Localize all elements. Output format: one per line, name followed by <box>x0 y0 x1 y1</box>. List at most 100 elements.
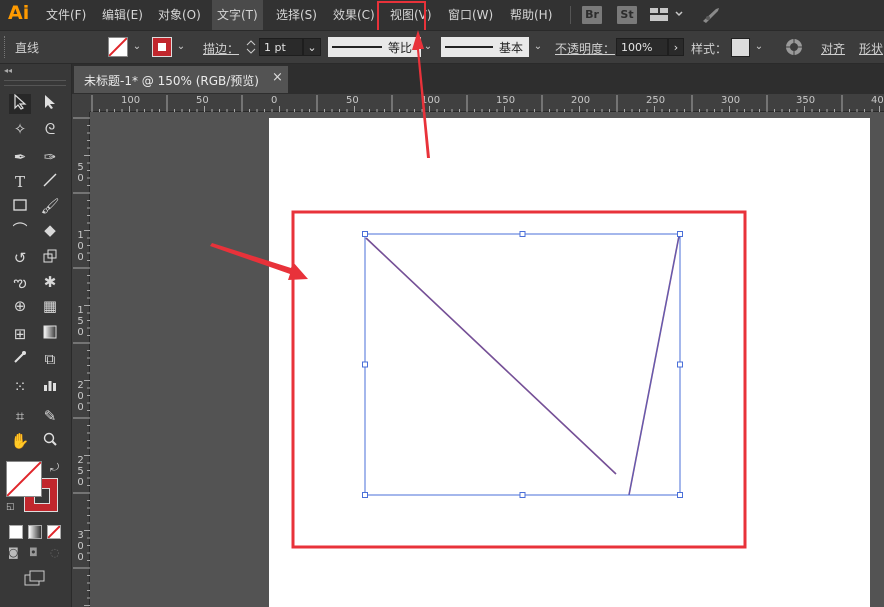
brush-definition[interactable]: 基本 <box>441 37 529 57</box>
horizontal-ruler[interactable]: 100 50 0 50 100 150 200 250 300 350 400 <box>90 94 884 112</box>
collapse-panel-icon[interactable]: ◂◂ <box>4 66 12 75</box>
magic-wand-tool-icon[interactable]: ✧ <box>9 119 31 139</box>
curvature-tool-icon[interactable]: ✑ <box>39 147 61 167</box>
opacity-arrow-icon[interactable]: › <box>668 38 684 56</box>
artboard-tool-icon[interactable]: ⌗ <box>9 406 31 426</box>
ruler-label: 50 <box>196 95 209 106</box>
variable-width-profile[interactable]: 等比 <box>328 37 421 57</box>
ruler-label: 350 <box>796 95 816 106</box>
menu-select[interactable]: 选择(S) <box>276 0 317 30</box>
tools-panel-grip[interactable] <box>4 80 66 86</box>
artboard[interactable] <box>269 118 870 607</box>
pen-tool-icon[interactable]: ✒ <box>9 147 31 167</box>
stroke-weight-field[interactable]: 1 pt <box>259 38 303 56</box>
control-bar-grip[interactable] <box>4 36 8 58</box>
style-label: 样式： <box>691 42 728 56</box>
gradient-tool-icon[interactable] <box>39 324 61 344</box>
menu-help[interactable]: 帮助(H) <box>510 0 552 30</box>
graphic-style-swatch[interactable] <box>731 38 750 57</box>
ruler-label: 250 <box>646 95 666 106</box>
screen-mode-icon[interactable] <box>24 570 46 589</box>
draw-inside-icon[interactable]: ◌ <box>50 546 60 559</box>
stroke-dropdown-chevron-icon[interactable]: ⌄ <box>174 38 188 56</box>
puppet-warp-tool-icon[interactable]: ✱ <box>39 272 61 292</box>
line-segment-tool-icon[interactable] <box>39 172 61 192</box>
brush-dropdown-chevron-icon[interactable]: ⌄ <box>531 38 545 56</box>
color-mode-icon[interactable] <box>9 525 23 539</box>
stroke-weight-dropdown-icon[interactable]: ⌄ <box>303 38 321 56</box>
eraser-tool-icon[interactable]: ◆ <box>39 220 61 240</box>
ruler-label: 50 <box>346 95 359 106</box>
illustrator-logo: Ai <box>8 2 30 24</box>
swap-fill-stroke-icon[interactable]: ⤾ <box>50 461 59 475</box>
shaper-tool-icon[interactable]: ⌒ <box>9 220 31 240</box>
profile-label: 等比 <box>388 41 413 55</box>
profile-dropdown-chevron-icon[interactable]: ⌄ <box>421 38 435 56</box>
ruler-label: 2 5 0 <box>77 455 84 488</box>
close-tab-icon[interactable]: × <box>272 70 283 85</box>
warp-tool-icon[interactable]: ఌ <box>9 272 31 292</box>
document-tab-title[interactable]: 未标题-1* @ 150% (RGB/预览) <box>84 72 259 89</box>
rotate-tool-icon[interactable]: ↺ <box>9 248 31 268</box>
recolor-artwork-icon[interactable] <box>785 38 803 59</box>
ruler-label: 200 <box>571 95 591 106</box>
stock-button[interactable]: St <box>617 6 637 24</box>
opacity-field[interactable]: 100% <box>616 38 668 56</box>
ruler-origin[interactable] <box>72 94 90 112</box>
shape-label[interactable]: 形状 <box>859 40 883 57</box>
eyedropper-tool-icon[interactable] <box>9 349 31 369</box>
opacity-label[interactable]: 不透明度： <box>555 40 615 57</box>
ruler-label: 5 0 <box>77 162 84 184</box>
lasso-tool-icon[interactable]: ᘓ <box>39 119 61 139</box>
align-label[interactable]: 对齐 <box>821 40 845 57</box>
ruler-label: 400 <box>871 95 884 106</box>
hand-tool-icon[interactable]: ✋ <box>9 431 31 451</box>
blend-tool-icon[interactable]: ⧉ <box>39 349 61 369</box>
column-graph-tool-icon[interactable] <box>39 377 61 397</box>
selection-tool-icon[interactable] <box>9 93 31 114</box>
ruler-label: 1 5 0 <box>77 305 84 338</box>
ruler-label: 300 <box>721 95 741 106</box>
direct-selection-tool-icon[interactable] <box>39 94 61 114</box>
menu-effect[interactable]: 效果(C) <box>333 0 375 30</box>
menu-type[interactable]: 文字(T) <box>212 0 263 30</box>
draw-normal-icon[interactable]: ◙ <box>8 546 19 559</box>
ruler-label: 0 <box>271 95 278 106</box>
fill-dropdown-chevron-icon[interactable]: ⌄ <box>130 38 144 56</box>
style-dropdown-chevron-icon[interactable]: ⌄ <box>752 38 766 56</box>
menu-file[interactable]: 文件(F) <box>46 0 86 30</box>
ruler-label: 150 <box>496 95 516 106</box>
gpu-rocket-icon[interactable] <box>700 6 722 27</box>
symbol-sprayer-tool-icon[interactable]: ⁙ <box>9 377 31 397</box>
ruler-label: 100 <box>421 95 441 106</box>
none-mode-icon[interactable] <box>47 525 61 539</box>
menu-window[interactable]: 窗口(W) <box>448 0 493 30</box>
stroke-weight-stepper-icon[interactable] <box>245 38 257 59</box>
brush-label: 基本 <box>499 41 524 55</box>
mesh-tool-icon[interactable]: ⊞ <box>9 324 31 344</box>
fill-color-swatch-none[interactable] <box>6 461 42 497</box>
paintbrush-tool-icon[interactable]: 🖌 <box>39 196 61 216</box>
slice-tool-icon[interactable]: ✎ <box>39 406 61 426</box>
ruler-label: 3 0 0 <box>77 530 84 563</box>
menu-object[interactable]: 对象(O) <box>158 0 201 30</box>
type-tool-icon[interactable]: T <box>9 172 31 192</box>
scale-tool-icon[interactable] <box>39 248 61 268</box>
zoom-tool-icon[interactable] <box>39 431 61 451</box>
bridge-button[interactable]: Br <box>582 6 602 24</box>
object-type-label: 直线 <box>15 41 40 55</box>
fill-swatch-none[interactable] <box>108 37 128 57</box>
stroke-swatch[interactable] <box>152 37 172 57</box>
perspective-grid-tool-icon[interactable]: ▦ <box>39 296 61 316</box>
stroke-label[interactable]: 描边： <box>203 40 239 57</box>
draw-behind-icon[interactable]: ◘ <box>29 546 38 559</box>
vertical-ruler[interactable]: 5 0 1 0 0 1 5 0 2 0 0 2 5 0 3 0 0 <box>72 112 90 607</box>
menu-edit[interactable]: 编辑(E) <box>102 0 143 30</box>
default-fill-stroke-icon[interactable]: ◱ <box>6 502 15 512</box>
rectangle-tool-icon[interactable] <box>9 196 31 216</box>
shape-builder-tool-icon[interactable]: ⊕ <box>9 296 31 316</box>
gradient-mode-icon[interactable] <box>28 525 42 539</box>
horizontal-ruler-ticks <box>91 95 880 112</box>
workspace-switcher-icon[interactable] <box>650 8 684 25</box>
ruler-label: 100 <box>121 95 141 106</box>
